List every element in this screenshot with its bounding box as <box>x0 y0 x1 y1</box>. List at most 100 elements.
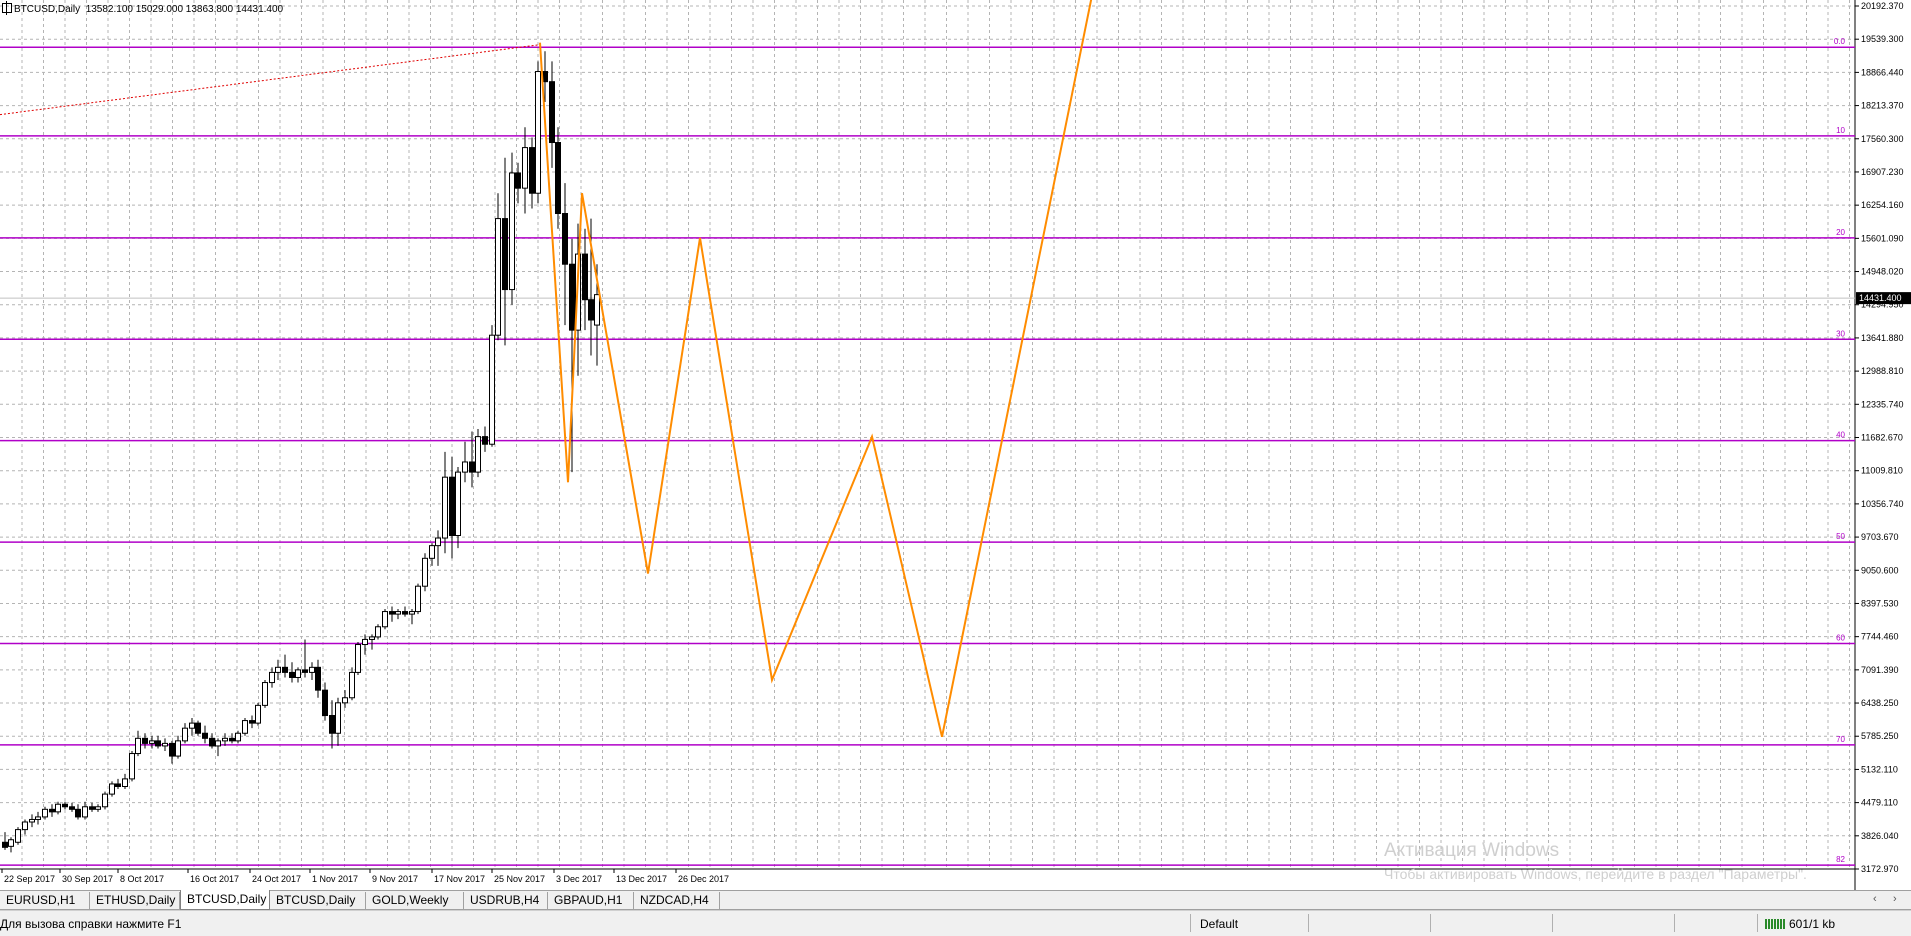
fib-level-label: 10 <box>1836 126 1845 135</box>
candle-body <box>249 720 255 724</box>
price-axis-label: 3826.040 <box>1861 831 1899 841</box>
candle-body <box>462 461 468 473</box>
price-axis-label: 19539.300 <box>1861 34 1904 44</box>
time-axis-label: 3 Dec 2017 <box>556 874 602 884</box>
candle-body <box>315 666 321 691</box>
candle-body <box>262 682 268 706</box>
price-axis-label: 9050.600 <box>1861 565 1899 575</box>
candle-body <box>8 839 14 847</box>
candle-body <box>435 537 441 547</box>
candle-body <box>529 147 535 194</box>
chart-tab[interactable]: BTCUSD,Daily <box>270 892 366 909</box>
candle-body <box>429 545 435 559</box>
candle-body <box>235 732 241 742</box>
candle-body <box>475 436 481 473</box>
candle-body <box>89 806 95 810</box>
current-price-tag-label: 14431.400 <box>1859 293 1902 303</box>
chart-tab[interactable]: GBPAUD,H1 <box>548 892 634 909</box>
candle-icon <box>2 1 12 15</box>
chart-tab[interactable]: NZDCAD,H4 <box>634 892 720 909</box>
chart-symbol: BTCUSD,Daily <box>14 4 81 15</box>
candle-body <box>135 737 141 755</box>
trend-line <box>0 44 541 116</box>
candle-body <box>75 808 81 818</box>
forecast-zigzag-line <box>539 0 1093 738</box>
status-help-text: Для вызова справки нажмите F1 <box>0 917 182 931</box>
tab-scroll-right-icon[interactable]: › <box>1893 893 1897 905</box>
candle-body <box>309 666 315 673</box>
price-chart[interactable]: 20192.370 19539.300 18866.440 18213.370 1756… <box>0 0 1911 890</box>
fib-level-label: 30 <box>1836 329 1845 338</box>
candle-body <box>389 611 395 615</box>
status-divider <box>1552 914 1553 932</box>
status-profile: Default <box>1200 917 1239 931</box>
chart-header: BTCUSD,Daily 13582.100 15029.000 13863.8… <box>2 1 284 15</box>
candle-body <box>489 334 495 445</box>
price-axis-label: 4479.110 <box>1861 798 1898 808</box>
fib-level-label: 40 <box>1836 431 1845 440</box>
time-axis-label: 16 Oct 2017 <box>190 874 239 884</box>
time-axis-label: 9 Nov 2017 <box>372 874 418 884</box>
fib-level-label: 82 <box>1836 855 1845 864</box>
status-divider <box>1308 914 1309 932</box>
candle-body <box>302 669 308 673</box>
price-axis-label: 3172.970 <box>1861 864 1899 874</box>
candle-body <box>342 697 348 704</box>
candle-body <box>382 611 388 628</box>
time-axis-label: 17 Nov 2017 <box>434 874 485 884</box>
candle-body <box>562 213 568 265</box>
candle-body <box>49 808 55 813</box>
candle-body <box>109 783 115 795</box>
candle-body <box>82 806 88 818</box>
price-axis-label: 5132.110 <box>1861 764 1898 774</box>
candle-body <box>269 671 275 684</box>
price-axis-label: 11682.670 <box>1861 433 1903 443</box>
connection-bars-icon <box>1765 919 1785 929</box>
price-axis-label: 12335.740 <box>1861 399 1904 409</box>
chart-tab[interactable]: ETHUSD,Daily <box>90 892 180 909</box>
chart-ohlc: 13582.100 15029.000 13863.800 14431.400 <box>85 4 284 15</box>
status-divider <box>1674 914 1675 932</box>
candle-body <box>69 806 75 810</box>
chart-tab[interactable]: GOLD,Weekly <box>366 892 464 909</box>
chart-tab[interactable]: USDRUB,H4 <box>464 892 548 909</box>
candle-body <box>535 71 541 194</box>
candle-body <box>182 727 188 742</box>
candle-body <box>289 671 295 678</box>
candle-body <box>362 638 368 646</box>
candle-body <box>522 147 528 189</box>
candle-body <box>115 783 121 787</box>
fib-level-label: 20 <box>1836 228 1845 237</box>
candle-body <box>42 808 48 818</box>
price-axis-label: 12988.810 <box>1861 366 1904 376</box>
status-bar: Для вызова справки нажмите F1 Default 60… <box>0 910 1911 936</box>
candle-body <box>375 626 381 638</box>
price-axis-label: 7744.460 <box>1861 632 1899 642</box>
candle-body <box>142 737 148 744</box>
candle-body <box>202 732 208 739</box>
price-axis-label: 9703.670 <box>1861 532 1899 542</box>
chart-tab[interactable]: EURUSD,H1 <box>0 892 90 909</box>
candle-body <box>455 471 461 536</box>
time-axis-label: 25 Nov 2017 <box>494 874 545 884</box>
status-connection-text: 601/1 kb <box>1789 917 1836 931</box>
candle-body <box>329 715 335 734</box>
status-connection[interactable]: 601/1 kb <box>1765 917 1835 931</box>
candle-body <box>129 753 135 780</box>
chart-area[interactable]: 20192.370 19539.300 18866.440 18213.370 1756… <box>0 0 1911 890</box>
candle-body <box>2 841 8 848</box>
candle-body <box>569 263 575 331</box>
chart-tab-active[interactable]: BTCUSD,Daily <box>180 890 270 910</box>
price-axis-label: 17560.300 <box>1861 134 1904 144</box>
fib-level-label: 0.0 <box>1834 37 1846 46</box>
candle-body <box>549 81 555 144</box>
candle-body <box>502 218 508 291</box>
candle-body <box>155 740 161 747</box>
candle-body <box>588 299 594 321</box>
candle-body <box>594 294 600 326</box>
candle-body <box>509 172 515 291</box>
fib-level-label: 50 <box>1836 532 1845 541</box>
price-axis-label: 5785.250 <box>1861 731 1899 741</box>
candle-body <box>29 818 35 823</box>
tab-scroll-left-icon[interactable]: ‹ <box>1873 893 1877 905</box>
